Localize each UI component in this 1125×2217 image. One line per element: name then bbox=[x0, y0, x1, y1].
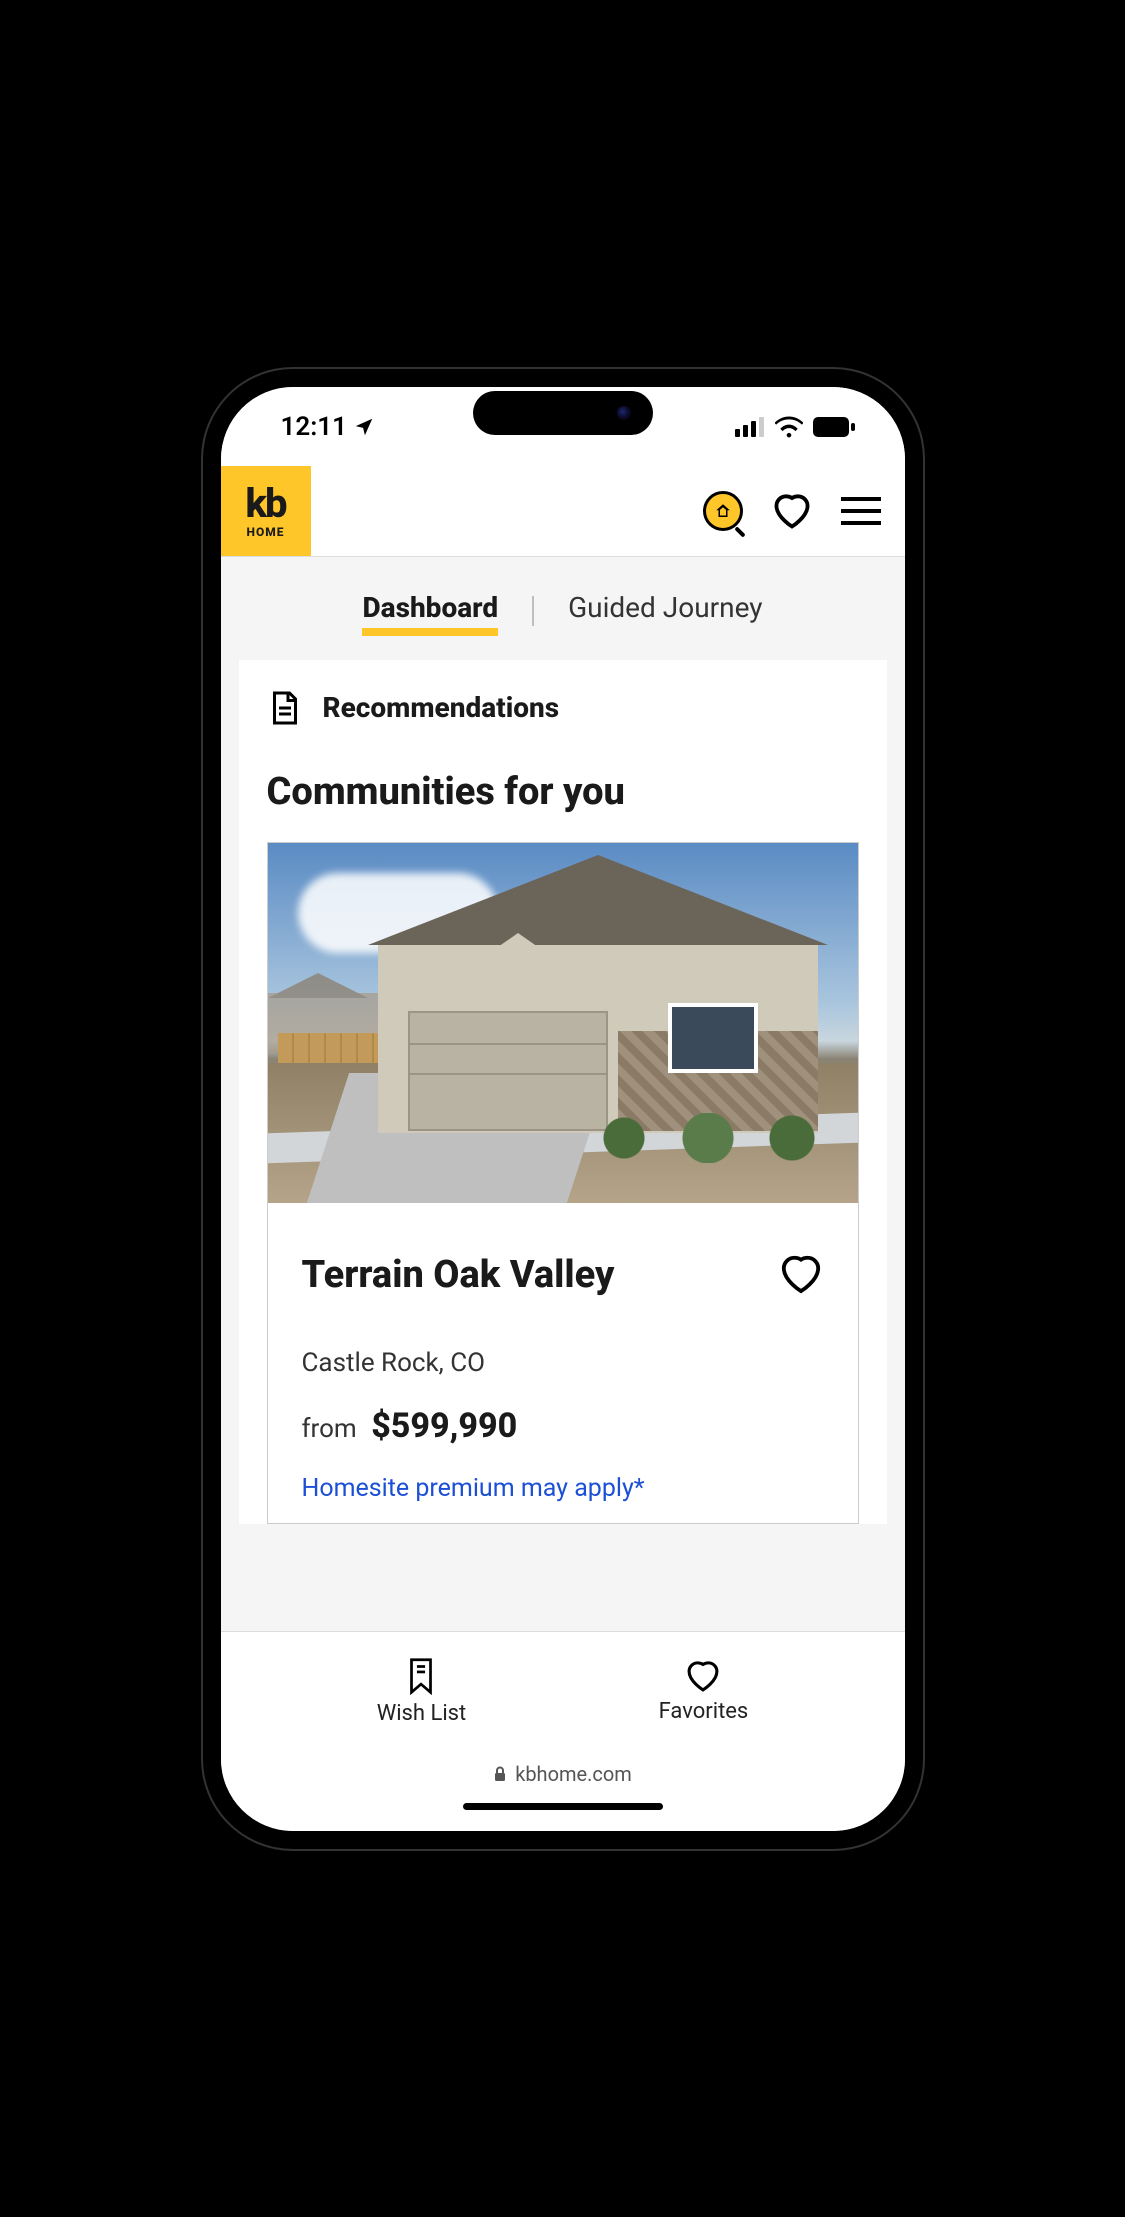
status-right bbox=[735, 416, 855, 438]
community-image bbox=[268, 843, 858, 1203]
nav-wish-list-label: Wish List bbox=[377, 1701, 467, 1726]
main-content[interactable]: Recommendations Communities for you bbox=[221, 660, 905, 1631]
tab-bar: Dashboard Guided Journey bbox=[221, 557, 905, 660]
browser-url-text: kbhome.com bbox=[515, 1762, 632, 1786]
community-price-row: from $599,990 bbox=[302, 1406, 824, 1446]
wifi-icon bbox=[775, 416, 803, 438]
favorite-heart-icon[interactable] bbox=[778, 1253, 824, 1295]
home-indicator-area bbox=[221, 1797, 905, 1831]
browser-url-bar[interactable]: kbhome.com bbox=[221, 1751, 905, 1797]
kb-home-logo[interactable]: kb HOME bbox=[221, 466, 311, 556]
app-bar: kb HOME bbox=[221, 467, 905, 557]
logo-line-1: kb bbox=[245, 484, 285, 524]
status-time: 12:11 bbox=[281, 412, 348, 442]
location-arrow-icon bbox=[353, 416, 375, 438]
menu-button[interactable] bbox=[841, 497, 881, 525]
app-bar-actions bbox=[703, 491, 881, 531]
content-panel: Recommendations Communities for you bbox=[239, 660, 887, 1525]
price-prefix: from bbox=[302, 1414, 357, 1444]
battery-icon bbox=[813, 417, 855, 437]
phone-frame: 12:11 kb HOME bbox=[203, 369, 923, 1849]
lock-icon bbox=[493, 1766, 507, 1782]
recommendations-label: Recommendations bbox=[323, 691, 560, 724]
document-icon bbox=[267, 690, 303, 726]
heart-outline-icon bbox=[684, 1659, 722, 1693]
nav-favorites[interactable]: Favorites bbox=[659, 1659, 749, 1724]
bottom-nav: Wish List Favorites bbox=[221, 1631, 905, 1751]
nav-favorites-label: Favorites bbox=[659, 1699, 749, 1724]
community-name: Terrain Oak Valley bbox=[302, 1253, 615, 1299]
nav-wish-list[interactable]: Wish List bbox=[377, 1657, 467, 1726]
cellular-signal-icon bbox=[735, 417, 765, 437]
house-search-icon bbox=[714, 502, 732, 520]
hamburger-line-icon bbox=[841, 497, 881, 501]
status-left: 12:11 bbox=[281, 412, 376, 442]
tab-dashboard[interactable]: Dashboard bbox=[362, 591, 498, 632]
bookmark-icon bbox=[404, 1657, 438, 1695]
tab-guided-journey[interactable]: Guided Journey bbox=[568, 591, 762, 632]
recommendations-header: Recommendations bbox=[267, 690, 859, 726]
search-button[interactable] bbox=[703, 491, 743, 531]
hamburger-line-icon bbox=[841, 509, 881, 513]
heart-icon[interactable] bbox=[771, 492, 813, 530]
community-price: $599,990 bbox=[371, 1406, 517, 1446]
phone-screen: 12:11 kb HOME bbox=[221, 387, 905, 1831]
community-card[interactable]: Terrain Oak Valley Castle Rock, CO from … bbox=[267, 842, 859, 1525]
homesite-premium-link[interactable]: Homesite premium may apply* bbox=[302, 1474, 824, 1503]
community-title-row: Terrain Oak Valley bbox=[302, 1253, 824, 1299]
logo-line-2: HOME bbox=[247, 526, 285, 538]
home-indicator-bar[interactable] bbox=[463, 1803, 663, 1810]
section-title: Communities for you bbox=[267, 770, 859, 814]
community-body: Terrain Oak Valley Castle Rock, CO from … bbox=[268, 1203, 858, 1524]
community-location: Castle Rock, CO bbox=[302, 1348, 824, 1378]
hamburger-line-icon bbox=[841, 521, 881, 525]
tab-divider bbox=[532, 596, 534, 626]
device-notch bbox=[473, 391, 653, 435]
